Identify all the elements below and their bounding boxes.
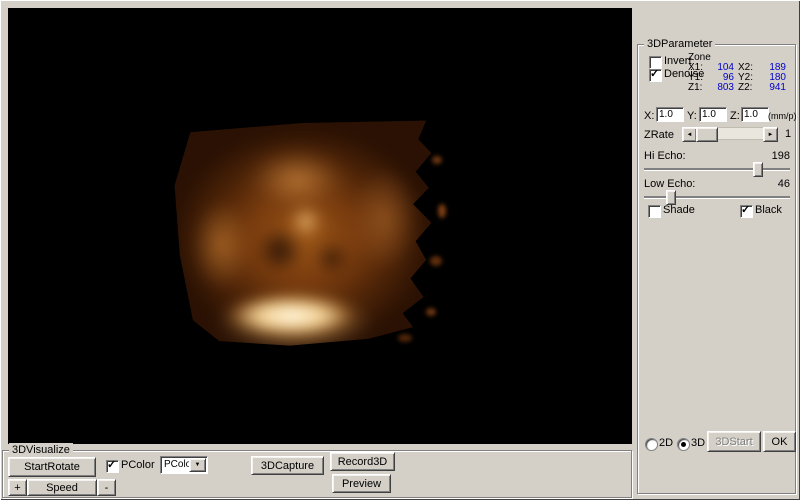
zrate-scroll-thumb[interactable] xyxy=(696,127,718,142)
speed-button[interactable]: Speed xyxy=(27,479,97,496)
arrow-right-icon: ► xyxy=(768,132,774,138)
zrate-label: ZRate xyxy=(644,129,674,141)
mode-2d-label: 2D xyxy=(659,437,673,449)
zone-values: Zone X1: 104 X2: 189 Y1: 96 Y2: 180 Z1: … xyxy=(688,53,796,93)
speed-minus-button[interactable]: - xyxy=(97,479,116,496)
scale-unit-label: (mm/p) xyxy=(768,111,797,121)
shade-label: Shade xyxy=(663,204,695,216)
mode-3d-label: 3D xyxy=(691,437,705,449)
pcolor-label: PColor xyxy=(121,459,155,471)
arrow-left-icon: ◄ xyxy=(687,132,693,138)
checkmark-icon: ✓ xyxy=(650,67,659,80)
scale-y-input[interactable] xyxy=(699,107,727,122)
zone-z1-value: 803 xyxy=(710,83,738,93)
low-echo-slider-thumb[interactable] xyxy=(666,190,676,205)
radio-dot-icon xyxy=(681,442,686,447)
mode-3d-radio[interactable] xyxy=(677,438,690,451)
scale-z-input[interactable] xyxy=(741,107,769,122)
hi-echo-value: 198 xyxy=(766,150,790,162)
black-checkbox[interactable]: ✓ xyxy=(740,205,753,218)
zone-z2-label: Z2: xyxy=(738,83,760,93)
pcolor-dropdown[interactable]: PColor ▼ xyxy=(160,456,208,474)
record3d-button[interactable]: Record3D xyxy=(330,452,395,471)
zone-z2-value: 941 xyxy=(760,83,790,93)
preview-button[interactable]: Preview xyxy=(332,474,391,493)
start-rotate-button[interactable]: StartRotate xyxy=(8,457,96,477)
zone-z1-label: Z1: xyxy=(688,83,710,93)
parameter-group-title: 3DParameter xyxy=(644,37,715,51)
visualize-group-title: 3DVisualize xyxy=(9,443,73,457)
black-label: Black xyxy=(755,204,782,216)
app-window: 3DParameter Invert ✓ Denoise Zone X1: 10… xyxy=(0,0,800,500)
denoise-checkbox[interactable]: ✓ xyxy=(649,69,662,82)
hi-echo-slider-track[interactable] xyxy=(644,168,790,171)
3dstart-button[interactable]: 3DStart xyxy=(707,431,761,452)
3d-viewport[interactable] xyxy=(8,8,632,444)
render-speck xyxy=(438,204,446,218)
scale-y-label: Y: xyxy=(687,110,697,122)
shade-checkbox[interactable] xyxy=(648,205,661,218)
low-echo-label: Low Echo: xyxy=(644,178,695,190)
zrate-scroll-right-button[interactable]: ► xyxy=(763,127,778,142)
low-echo-value: 46 xyxy=(766,178,790,190)
render-speck xyxy=(426,308,436,316)
checkmark-icon: ✓ xyxy=(741,203,750,216)
hi-echo-slider-thumb[interactable] xyxy=(753,162,763,177)
hi-echo-label: Hi Echo: xyxy=(644,150,686,162)
chevron-down-icon: ▼ xyxy=(195,462,201,468)
pcolor-dropdown-button[interactable]: ▼ xyxy=(189,458,206,472)
zrate-scrollbar[interactable]: ◄ ► xyxy=(682,127,778,140)
mode-2d-radio[interactable] xyxy=(645,438,658,451)
3dcapture-button[interactable]: 3DCapture xyxy=(251,456,324,475)
ultrasound-texture xyxy=(172,116,434,348)
render-speck xyxy=(430,256,442,266)
ok-button[interactable]: OK xyxy=(763,431,796,452)
scale-z-label: Z: xyxy=(730,110,740,122)
speed-plus-button[interactable]: + xyxy=(8,479,27,496)
pcolor-checkbox[interactable]: ✓ xyxy=(106,460,119,473)
scale-x-label: X: xyxy=(644,110,654,122)
ultrasound-volume-render xyxy=(172,116,434,348)
zrate-value: 1 xyxy=(785,128,791,140)
scale-x-input[interactable] xyxy=(656,107,684,122)
render-speck xyxy=(398,334,412,342)
render-speck xyxy=(432,156,442,164)
checkmark-icon: ✓ xyxy=(107,458,116,471)
zrate-scroll-left-button[interactable]: ◄ xyxy=(682,127,697,142)
